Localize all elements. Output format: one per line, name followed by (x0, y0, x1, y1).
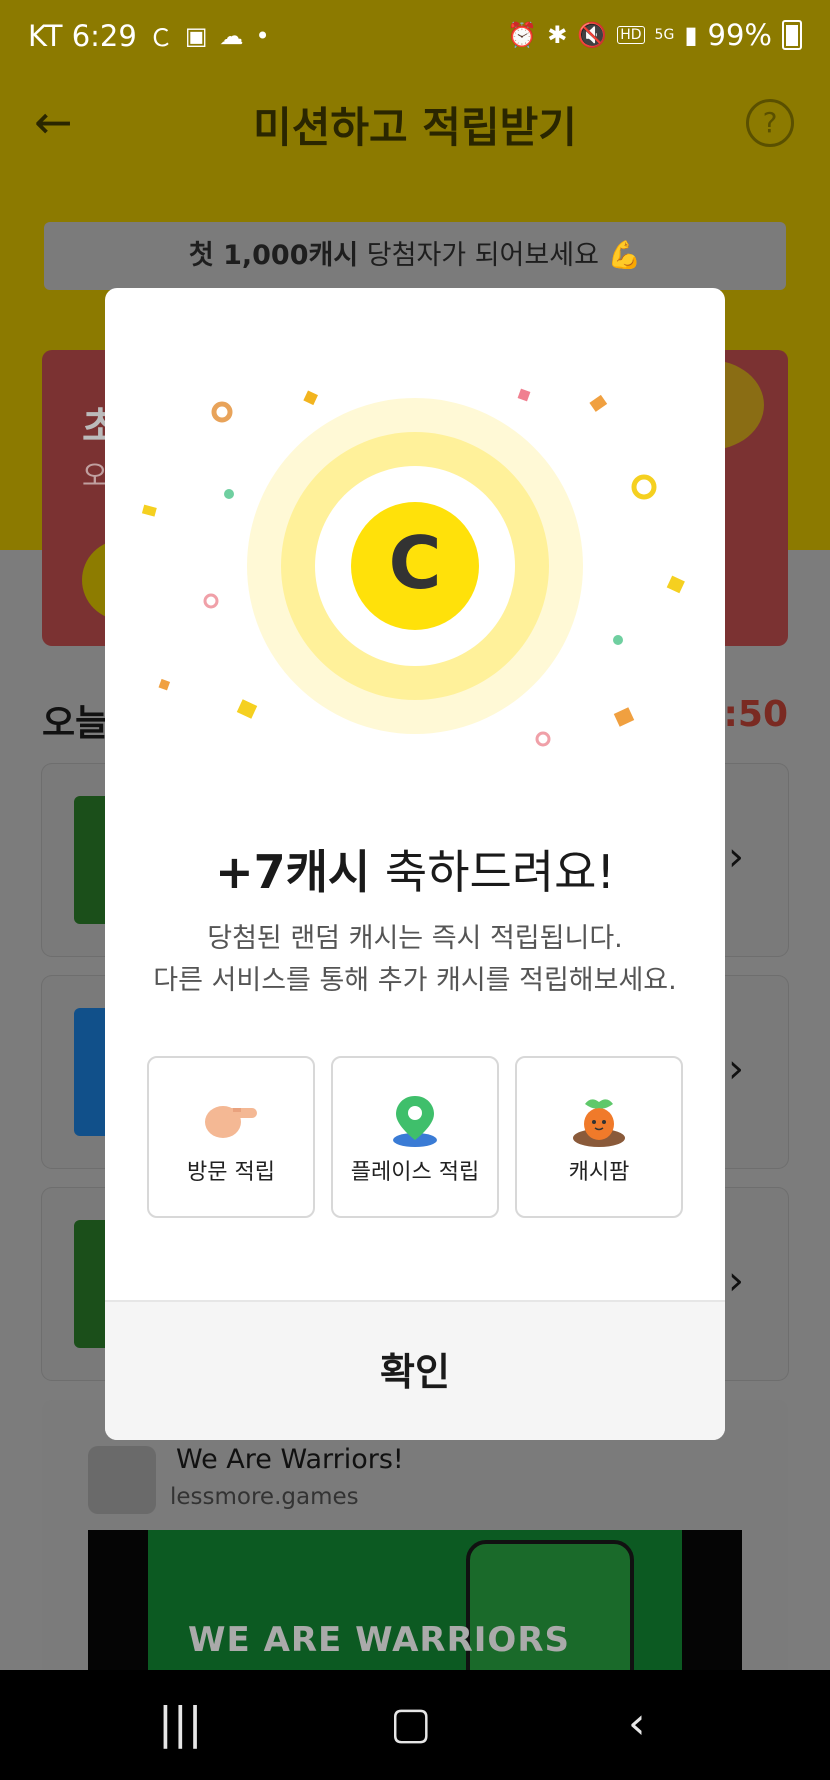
visit-reward-label: 방문 적립 (187, 1160, 275, 1185)
help-icon[interactable]: ? (746, 99, 794, 147)
network-icon: 5G (654, 27, 675, 43)
page-title: 미션하고 적립받기 (253, 103, 577, 152)
cash-farm-label: 캐시팜 (568, 1160, 630, 1185)
recent-apps-icon[interactable]: ||| (158, 1700, 202, 1748)
coin-letter: C (389, 521, 442, 605)
ad-card: We Are Warriors! lessmore.games WE ARE W… (42, 1400, 788, 1680)
ad-image: WE ARE WARRIORS (88, 1530, 742, 1680)
carrot-icon (573, 1099, 625, 1147)
more-dot-icon: • (255, 21, 270, 50)
chevron-right-icon: › (728, 1258, 744, 1304)
reward-dialog: C +7캐시 축하드려요! 당첨된 랜덤 캐시는 즉시 적립됩니다. 다른 서비… (105, 288, 725, 1440)
notification-icon: ▣ (184, 21, 208, 50)
bluetooth-icon: ✱ (547, 21, 568, 49)
reward-desc-line1: 당첨된 랜덤 캐시는 즉시 적립됩니다. (207, 923, 623, 954)
promo-banner: 첫 1,000캐시 당첨자가 되어보세요 💪 (44, 222, 786, 290)
place-reward-label: 플레이스 적립 (350, 1160, 480, 1185)
ad-subtitle: lessmore.games (170, 1484, 359, 1510)
reward-congrats: 축하드려요! (370, 845, 615, 899)
chevron-right-icon: › (728, 1046, 744, 1092)
home-icon[interactable]: ▢ (390, 1700, 432, 1748)
section-title: 오늘 (42, 703, 109, 744)
countdown-timer: :50 (723, 694, 789, 735)
chat-icon: ☁ (219, 21, 244, 50)
ad-title: We Are Warriors! (176, 1444, 404, 1475)
visit-reward-button[interactable]: 방문 적립 (147, 1056, 315, 1218)
signal-icon: ▮ (684, 21, 698, 49)
pointing-hand-icon (205, 1106, 257, 1138)
location-pin-icon (393, 1096, 437, 1147)
hd-icon: HD (617, 26, 645, 44)
carrier-time: KT 6:29 (28, 18, 137, 53)
reward-description: 당첨된 랜덤 캐시는 즉시 적립됩니다. 다른 서비스를 통해 추가 캐시를 적… (105, 918, 725, 1002)
mute-icon: 🔇 (577, 21, 608, 49)
confirm-button[interactable]: 확인 (105, 1300, 725, 1440)
coin-celebration-graphic: C (141, 388, 685, 747)
back-nav-icon[interactable]: ‹ (628, 1700, 646, 1748)
banner-text: 당첨자가 되어보세요 💪 (358, 240, 642, 271)
battery-icon (782, 20, 802, 50)
event-card-sub: 오 (82, 459, 108, 492)
battery-percent: 99% (707, 18, 772, 52)
chevron-right-icon: › (728, 834, 744, 880)
system-nav-bar: ||| ▢ ‹ (0, 1670, 830, 1780)
place-reward-button[interactable]: 플레이스 적립 (331, 1056, 499, 1218)
cash-farm-button[interactable]: 캐시팜 (515, 1056, 683, 1218)
status-bar: KT 6:29 Ｃ ▣ ☁ • ⏰ ✱ 🔇 HD 5G ▮ 99% (0, 0, 830, 72)
banner-bold: 첫 1,000캐시 (188, 240, 359, 271)
reward-amount: +7캐시 (215, 845, 371, 899)
cash-app-icon: Ｃ (148, 24, 173, 52)
reward-headline: +7캐시 축하드려요! (105, 836, 725, 902)
ad-app-icon (88, 1446, 156, 1514)
alarm-icon: ⏰ (507, 21, 538, 49)
reward-desc-line2: 다른 서비스를 통해 추가 캐시를 적립해보세요. (153, 965, 677, 996)
ad-logo-text: WE ARE WARRIORS (188, 1620, 570, 1660)
